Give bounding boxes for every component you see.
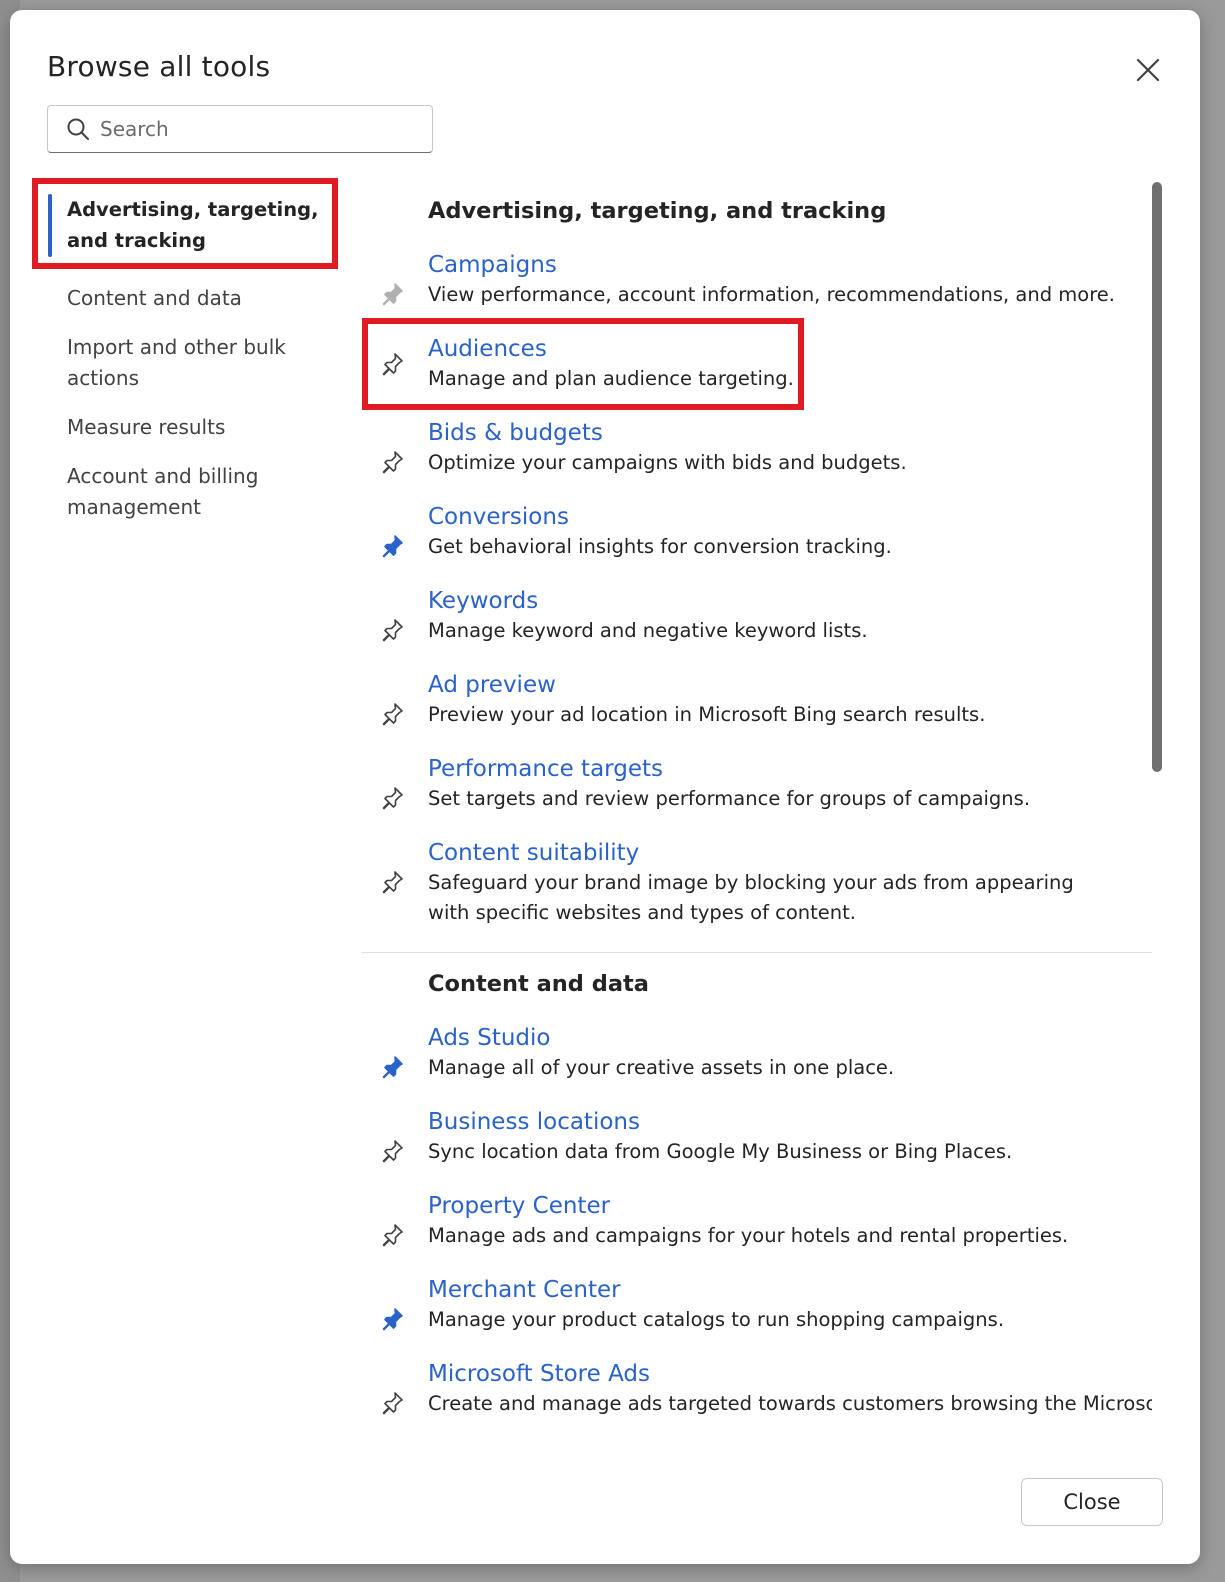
tool-merchant-center: Merchant Center Manage your product cata… (362, 1275, 1152, 1335)
pin-icon[interactable] (380, 1055, 406, 1081)
tool-description: Get behavioral insights for conversion t… (428, 535, 892, 558)
nav-item-content-data[interactable]: Content and data (32, 283, 338, 314)
tool-description: View performance, account information, r… (428, 283, 1115, 306)
pin-icon[interactable] (380, 1391, 406, 1417)
tool-business-locations: Business locations Sync location data fr… (362, 1107, 1152, 1167)
category-nav: Advertising, targeting, and tracking Con… (32, 178, 338, 541)
tool-link[interactable]: Performance targets (428, 754, 663, 784)
tool-description: Manage your product catalogs to run shop… (428, 1308, 1005, 1331)
tool-link[interactable]: Content suitability (428, 838, 639, 868)
scrollbar[interactable] (1150, 180, 1164, 1465)
pin-icon[interactable] (380, 702, 406, 728)
pin-icon[interactable] (380, 450, 406, 476)
pin-icon[interactable] (380, 282, 406, 308)
tool-keywords: Keywords Manage keyword and negative key… (362, 586, 1152, 646)
pin-icon[interactable] (380, 534, 406, 560)
close-button[interactable]: Close (1021, 1478, 1163, 1526)
pin-icon[interactable] (380, 618, 406, 644)
pin-icon[interactable] (380, 870, 406, 896)
browse-tools-dialog: Browse all tools Advertising, targeting,… (10, 10, 1200, 1564)
tool-ad-preview: Ad preview Preview your ad location in M… (362, 670, 1152, 730)
tool-description: Manage and plan audience targeting. (428, 367, 794, 390)
pin-icon[interactable] (380, 1139, 406, 1165)
scrollbar-thumb[interactable] (1152, 182, 1162, 772)
tool-description: Create and manage ads targeted towards c… (428, 1392, 1152, 1415)
tool-description: Safeguard your brand image by blocking y… (428, 871, 1074, 924)
tool-link[interactable]: Campaigns (428, 250, 557, 280)
tool-conversions: Conversions Get behavioral insights for … (362, 502, 1152, 562)
tool-description: Preview your ad location in Microsoft Bi… (428, 703, 986, 726)
tool-link[interactable]: Merchant Center (428, 1275, 621, 1305)
section-title: Content and data (428, 971, 649, 997)
tool-link[interactable]: Microsoft Store Ads (428, 1359, 650, 1389)
tool-link[interactable]: Keywords (428, 586, 538, 616)
pin-icon[interactable] (380, 1307, 406, 1333)
nav-item-label: Advertising, targeting, and tracking (67, 198, 319, 252)
section-title: Advertising, targeting, and tracking (428, 198, 887, 224)
pin-icon[interactable] (380, 352, 406, 378)
tool-performance-targets: Performance targets Set targets and revi… (362, 754, 1152, 814)
nav-item-label: Measure results (67, 415, 226, 439)
tool-link[interactable]: Conversions (428, 502, 569, 532)
search-input[interactable] (100, 117, 400, 141)
close-icon[interactable] (1132, 54, 1164, 86)
tool-audiences: Audiences Manage and plan audience targe… (362, 318, 804, 410)
dialog-title: Browse all tools (47, 50, 271, 83)
tool-link[interactable]: Bids & budgets (428, 418, 603, 448)
tool-content-suitability: Content suitability Safeguard your brand… (362, 838, 1082, 928)
nav-item-label: Content and data (67, 286, 242, 310)
nav-item-import[interactable]: Import and other bulk actions (32, 332, 322, 394)
nav-item-advertising[interactable]: Advertising, targeting, and tracking (32, 178, 338, 269)
tool-description: Manage ads and campaigns for your hotels… (428, 1224, 1069, 1247)
tool-link[interactable]: Audiences (428, 334, 547, 364)
tool-link[interactable]: Ad preview (428, 670, 556, 700)
nav-item-label: Account and billing management (67, 464, 259, 519)
tool-link[interactable]: Business locations (428, 1107, 640, 1137)
tool-property-center: Property Center Manage ads and campaigns… (362, 1191, 1152, 1251)
section-divider (362, 952, 1152, 953)
tool-microsoft-store-ads: Microsoft Store Ads Create and manage ad… (362, 1359, 1152, 1419)
tools-list: Advertising, targeting, and tracking Cam… (362, 180, 1152, 1465)
search-box[interactable] (47, 105, 433, 153)
tool-ads-studio: Ads Studio Manage all of your creative a… (362, 1023, 1152, 1083)
tool-description: Manage keyword and negative keyword list… (428, 619, 868, 642)
nav-item-label: Import and other bulk actions (67, 335, 286, 390)
pin-icon[interactable] (380, 786, 406, 812)
active-indicator (48, 194, 52, 257)
nav-item-measure[interactable]: Measure results (32, 412, 338, 443)
tool-campaigns: Campaigns View performance, account info… (362, 250, 1152, 310)
tool-description: Manage all of your creative assets in on… (428, 1056, 895, 1079)
search-icon (67, 118, 89, 140)
tool-description: Sync location data from Google My Busine… (428, 1140, 1013, 1163)
tool-description: Set targets and review performance for g… (428, 787, 1031, 810)
pin-icon[interactable] (380, 1223, 406, 1249)
tool-description: Optimize your campaigns with bids and bu… (428, 451, 907, 474)
nav-item-account-billing[interactable]: Account and billing management (32, 461, 292, 523)
tool-link[interactable]: Property Center (428, 1191, 610, 1221)
tool-link[interactable]: Ads Studio (428, 1023, 550, 1053)
tool-bids-budgets: Bids & budgets Optimize your campaigns w… (362, 418, 1152, 478)
